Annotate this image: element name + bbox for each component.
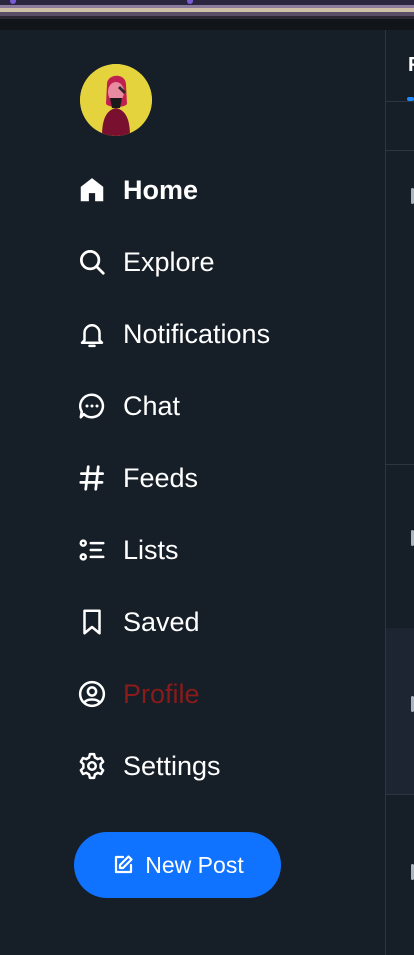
nav-label-profile: Profile (123, 678, 200, 709)
nav-item-notifications[interactable]: Notifications (75, 314, 270, 354)
new-post-button[interactable]: New Post (74, 832, 281, 898)
nav-item-settings[interactable]: Settings (75, 746, 221, 786)
nav-item-home[interactable]: Home (75, 170, 198, 210)
search-icon (75, 245, 109, 279)
nav-label-notifications: Notifications (123, 318, 271, 349)
avatar[interactable] (80, 64, 152, 136)
nav-label-feeds: Feeds (123, 462, 199, 493)
bell-icon (75, 317, 109, 351)
post-highlight (386, 628, 414, 794)
compose-icon (115, 855, 133, 874)
nav-label-explore: Explore (123, 246, 215, 277)
home-icon (75, 173, 109, 207)
nav-item-chat[interactable]: Chat (75, 386, 180, 426)
browser-top-strip (0, 0, 414, 30)
new-post-label: New Post (145, 851, 244, 878)
nav-label-settings: Settings (123, 750, 221, 781)
nav-item-explore[interactable]: Explore (75, 242, 215, 282)
nav-item-saved[interactable]: Saved (75, 602, 200, 642)
chat-bubble-icon (75, 389, 109, 423)
tab-following[interactable]: F (408, 54, 414, 77)
main-column-edge: F (386, 30, 414, 955)
nav-label-chat: Chat (123, 390, 181, 421)
bookmark-icon (75, 605, 109, 639)
nav-item-feeds[interactable]: Feeds (75, 458, 198, 498)
hash-icon (75, 461, 109, 495)
nav-label-home: Home (123, 174, 199, 205)
nav-item-profile[interactable]: Profile (75, 674, 200, 714)
nav-label-lists: Lists (123, 534, 179, 565)
person-circle-icon (75, 677, 109, 711)
gear-icon (75, 749, 109, 783)
nav-item-lists[interactable]: Lists (75, 530, 179, 570)
nav-label-saved: Saved (123, 606, 200, 637)
list-icon (75, 533, 109, 567)
